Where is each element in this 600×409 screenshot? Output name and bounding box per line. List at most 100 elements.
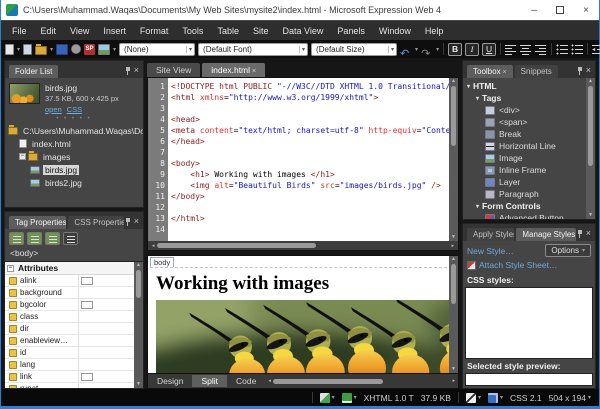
numbered-list-icon[interactable] [556, 44, 568, 55]
toolbox-scrollbar[interactable]: ▲ ▼ [586, 78, 595, 219]
scrollbar-thumb[interactable] [273, 379, 383, 384]
tab-tag-properties[interactable]: Tag Properties [9, 216, 66, 229]
attribute-value[interactable] [78, 323, 134, 334]
toolbox-item-advanced-button[interactable]: Advanced Button [467, 212, 586, 219]
body-tag-chip[interactable]: body [150, 257, 174, 267]
menu-site[interactable]: Site [246, 21, 276, 41]
menu-view[interactable]: View [63, 21, 96, 41]
alphabetical-view-icon[interactable] [27, 232, 42, 245]
toolbox-item--span-[interactable]: <span> [467, 116, 586, 128]
menu-format[interactable]: Format [133, 21, 176, 41]
toolbox-item-paragraph[interactable]: Paragraph [467, 188, 586, 200]
attribute-value[interactable] [78, 359, 134, 370]
design-heading[interactable]: Working with images [156, 273, 449, 295]
style-select[interactable]: (None) [119, 43, 195, 56]
code-editor[interactable]: 1234567891011121314 <!DOCTYPE html PUBLI… [147, 77, 459, 251]
toolbox-item-image[interactable]: Image [467, 152, 586, 164]
toolbox-item-inline-frame[interactable]: Inline Frame [467, 164, 586, 176]
tree-item-index-html[interactable]: index.html [5, 137, 143, 150]
tree-item-birds-jpg[interactable]: birds.jpg [5, 163, 143, 176]
open-folder-dropdown-icon[interactable] [50, 46, 53, 53]
design-hscrollbar[interactable]: ◂ ▸ [265, 378, 458, 385]
attributes-scrollbar[interactable]: ▲ ▼ [134, 262, 143, 388]
toolbox-item--div-[interactable]: <div> [467, 104, 586, 116]
attribute-row-alink[interactable]: alink [5, 275, 134, 287]
close-button[interactable]: × [573, 0, 599, 20]
new-document-dropdown-icon[interactable] [17, 46, 20, 53]
attribute-value[interactable] [78, 287, 134, 298]
scrollbar-thumb[interactable] [136, 270, 141, 298]
panel-close-icon[interactable] [134, 217, 139, 226]
panel-close-icon[interactable] [586, 229, 591, 238]
preview-dropdown-icon[interactable] [113, 46, 116, 53]
minimize-button[interactable]: – [521, 0, 547, 20]
attribute-value[interactable] [78, 311, 134, 322]
redo-icon[interactable] [421, 44, 433, 55]
menu-tools[interactable]: Tools [175, 21, 210, 41]
attribute-row-lang[interactable]: lang [5, 359, 134, 371]
tab-site-view[interactable]: Site View [147, 63, 200, 77]
attribute-row-bgcolor[interactable]: bgcolor [5, 299, 134, 311]
categorized-view-icon[interactable] [9, 232, 24, 245]
design-view[interactable]: body Working with images [147, 255, 459, 374]
scrollbar-thumb[interactable] [451, 264, 456, 304]
menu-window[interactable]: Window [372, 21, 418, 41]
view-tab-code[interactable]: Code [227, 375, 265, 387]
collapse-icon[interactable] [7, 265, 14, 272]
set-properties-icon[interactable] [45, 232, 60, 245]
toolbox-group-html[interactable]: HTML [467, 80, 586, 92]
preview-link-open[interactable]: open [45, 105, 62, 114]
doctype-status[interactable]: XHTML 1.0 T [364, 393, 414, 403]
attribute-value[interactable] [78, 383, 134, 388]
attribute-value[interactable] [78, 347, 134, 358]
attribute-row-runat[interactable]: runat [5, 383, 134, 388]
menu-file[interactable]: File [5, 21, 34, 41]
tree-item-c-users-muhammad-waqas-documents-m[interactable]: C:\Users\Muhammad.Waqas\Documents\M [5, 124, 143, 137]
tab-snippets[interactable]: Snippets [515, 65, 558, 78]
new-style-link[interactable]: New Style… [467, 246, 514, 256]
underline-button[interactable]: U [482, 43, 496, 56]
open-folder-icon[interactable] [35, 46, 47, 55]
panel-close-icon[interactable] [586, 66, 591, 75]
toolbox-item-horizontal-line[interactable]: Horizontal Line [467, 140, 586, 152]
menu-edit[interactable]: Edit [34, 21, 64, 41]
code-hscrollbar[interactable]: ◂ ▸ [148, 241, 458, 250]
toolbox-group-form-controls[interactable]: Form Controls [467, 200, 586, 212]
undo-icon[interactable] [400, 44, 412, 55]
scrollbar-thumb[interactable] [157, 243, 316, 248]
view-tab-split[interactable]: Split [192, 375, 227, 387]
compatibility-icon[interactable] [342, 393, 357, 403]
preview-splitter[interactable]: • • • • • [5, 116, 143, 123]
tab-css-properties[interactable]: CSS Properties [68, 216, 123, 229]
redo-dropdown-icon[interactable] [436, 46, 439, 53]
bullet-list-icon[interactable] [571, 44, 583, 55]
visual-aids-icon[interactable] [320, 393, 335, 403]
tab-index-html[interactable]: index.html [202, 63, 265, 77]
attach-stylesheet-link[interactable]: Attach Style Sheet… [479, 260, 557, 270]
color-swatch[interactable] [81, 277, 93, 285]
menu-insert[interactable]: Insert [96, 21, 133, 41]
design-image[interactable] [156, 300, 449, 373]
page-size-status[interactable]: 504 x 194 [549, 393, 591, 403]
code-lines[interactable]: <!DOCTYPE html PUBLIC "-//W3C//DTD XHTML… [168, 78, 449, 241]
toolbox-group-tags[interactable]: Tags [467, 92, 586, 104]
css-schema-status[interactable]: CSS 2.1 [510, 393, 542, 403]
bold-button[interactable]: B [448, 43, 462, 56]
toolbox-item-break[interactable]: Break [467, 128, 586, 140]
attributes-section-header[interactable]: Attributes [5, 262, 134, 275]
undo-dropdown-icon[interactable] [415, 46, 418, 53]
css-schema-icon[interactable] [488, 393, 503, 403]
superpreview-icon[interactable] [84, 44, 95, 55]
style-application-icon[interactable] [466, 393, 481, 403]
pin-icon[interactable] [126, 67, 130, 75]
attribute-row-id[interactable]: id [5, 347, 134, 359]
attribute-value[interactable] [78, 335, 134, 346]
tree-item-birds2-jpg[interactable]: birds2.jpg [5, 176, 143, 189]
menu-table[interactable]: Table [210, 21, 246, 41]
panel-close-icon[interactable] [134, 66, 139, 75]
scrollbar-thumb[interactable] [451, 86, 456, 146]
tab-toolbox[interactable]: Toolbox [467, 65, 513, 78]
pin-icon[interactable] [126, 218, 130, 226]
options-button[interactable]: Options [545, 244, 591, 257]
attribute-value[interactable] [78, 299, 134, 310]
